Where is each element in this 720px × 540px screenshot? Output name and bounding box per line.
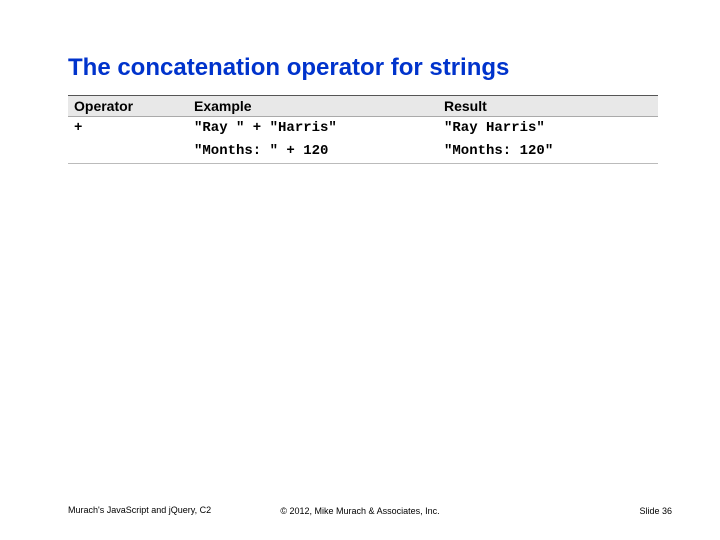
footer-right: Slide 36 [639,506,672,516]
footer-center: © 2012, Mike Murach & Associates, Inc. [0,506,720,516]
cell-result: "Months: 120" [438,140,658,163]
table-row: "Months: " + 120 "Months: 120" [68,140,658,163]
slide: The concatenation operator for strings O… [0,0,720,540]
table-row: + "Ray " + "Harris" "Ray Harris" [68,117,658,140]
header-operator: Operator [68,96,188,117]
header-result: Result [438,96,658,117]
concat-table: Operator Example Result + "Ray " + "Harr… [68,95,658,164]
page-title: The concatenation operator for strings [68,54,509,82]
cell-operator: + [68,117,188,140]
header-example: Example [188,96,438,117]
cell-result: "Ray Harris" [438,117,658,140]
cell-operator [68,140,188,163]
cell-example: "Months: " + 120 [188,140,438,163]
table-header-row: Operator Example Result [68,96,658,117]
cell-example: "Ray " + "Harris" [188,117,438,140]
